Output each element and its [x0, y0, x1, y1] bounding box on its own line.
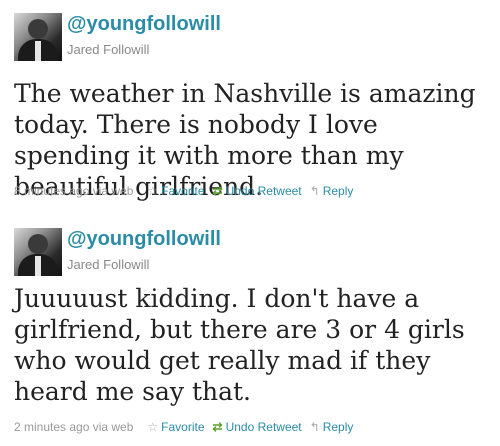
undo-retweet-label: Undo Retweet: [225, 184, 302, 198]
user-full-name: Jared Followill: [67, 42, 150, 57]
reply-label: Reply: [322, 184, 354, 198]
favorite-button[interactable]: ☆ Favorite: [147, 184, 204, 198]
timestamp[interactable]: 8 minutes ago via web: [14, 184, 133, 198]
favorite-label: Favorite: [161, 420, 205, 434]
reply-button[interactable]: ↰ Reply: [310, 184, 354, 198]
user-handle-link[interactable]: @youngfollowill: [67, 13, 221, 36]
undo-retweet-button[interactable]: ⇄ Undo Retweet: [213, 184, 302, 198]
reply-arrow-icon: ↰: [309, 184, 320, 198]
retweet-icon: ⇄: [212, 420, 223, 434]
reply-button[interactable]: ↰ Reply: [310, 420, 354, 434]
favorite-button[interactable]: ☆ Favorite: [147, 420, 204, 434]
timestamp[interactable]: 2 minutes ago via web: [14, 420, 133, 434]
avatar[interactable]: [14, 228, 62, 276]
undo-retweet-label: Undo Retweet: [225, 420, 302, 434]
reply-arrow-icon: ↰: [309, 420, 320, 434]
undo-retweet-button[interactable]: ⇄ Undo Retweet: [213, 420, 302, 434]
user-handle-link[interactable]: @youngfollowill: [67, 228, 221, 251]
tweet-meta: 8 minutes ago via web ☆ Favorite ⇄ Undo …: [14, 184, 361, 198]
tweet-text: Juuuuust kidding. I don't have a girlfri…: [14, 284, 465, 406]
reply-label: Reply: [322, 420, 354, 434]
tweet: @youngfollowill Jared Followill The weat…: [0, 0, 500, 215]
star-icon: ☆: [147, 184, 159, 198]
tweet-meta: 2 minutes ago via web ☆ Favorite ⇄ Undo …: [14, 420, 361, 434]
retweet-icon: ⇄: [212, 184, 223, 198]
tweet: @youngfollowill Jared Followill Juuuuust…: [0, 215, 500, 446]
favorite-label: Favorite: [161, 184, 205, 198]
user-full-name: Jared Followill: [67, 257, 150, 272]
star-icon: ☆: [147, 420, 159, 434]
avatar[interactable]: [14, 13, 62, 61]
